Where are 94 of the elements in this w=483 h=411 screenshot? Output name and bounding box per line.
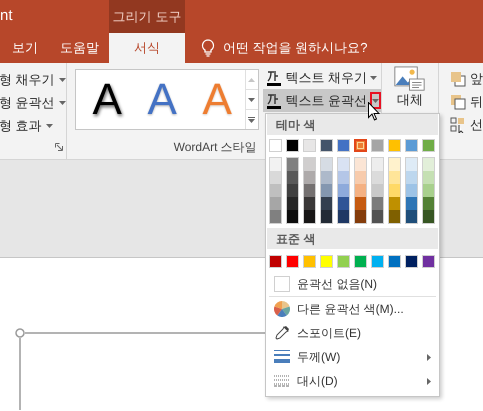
contextual-tab-label: 그리기 도구 (109, 0, 185, 33)
color-swatch[interactable] (372, 171, 383, 184)
color-swatch[interactable] (389, 171, 400, 184)
ribbon-command[interactable]: 텍스트 윤곽선 (262, 89, 381, 112)
color-swatch[interactable] (270, 171, 281, 184)
color-swatch[interactable] (372, 210, 383, 223)
text-color-icon (266, 70, 282, 86)
color-swatch[interactable] (287, 184, 298, 197)
menu-item[interactable]: 윤곽선 없음(N) (266, 272, 439, 296)
color-swatch[interactable] (406, 158, 417, 171)
color-swatch[interactable] (423, 210, 434, 223)
menu-item[interactable]: 대시(D) (266, 369, 439, 393)
color-swatch[interactable] (304, 171, 315, 184)
color-swatch[interactable] (355, 171, 366, 184)
ribbon-tab[interactable]: 서식 (109, 33, 185, 63)
text-color-icon (266, 92, 282, 108)
color-swatch[interactable] (423, 171, 434, 184)
color-swatch[interactable] (372, 197, 383, 210)
ribbon-command[interactable]: 형 윤곽선 (0, 91, 66, 114)
tell-me-field[interactable]: 어떤 작업을 원하시나요? (223, 38, 368, 58)
color-swatch[interactable] (321, 171, 332, 184)
color-swatch[interactable] (321, 210, 332, 223)
color-swatch[interactable] (270, 210, 281, 223)
color-swatch[interactable] (338, 171, 349, 184)
color-swatch[interactable] (355, 210, 366, 223)
dialog-launcher-icon[interactable] (55, 143, 63, 151)
color-wheel-icon (274, 301, 290, 317)
caret-icon (58, 78, 66, 82)
ribbon-command[interactable]: 앞 (450, 67, 483, 90)
color-swatch[interactable] (423, 197, 434, 210)
color-swatch[interactable] (338, 210, 349, 223)
menu-item[interactable]: 두께(W) (266, 345, 439, 369)
image-icon (394, 66, 426, 92)
caret-icon (46, 124, 53, 128)
color-swatch[interactable] (270, 184, 281, 197)
color-swatch[interactable] (355, 197, 366, 210)
color-swatch[interactable] (338, 197, 349, 210)
section-header: 표준 색 (267, 228, 438, 249)
color-swatch[interactable] (338, 184, 349, 197)
color-swatch[interactable] (389, 184, 400, 197)
color-swatch[interactable] (304, 210, 315, 223)
wordart-gallery[interactable]: A A A (74, 69, 259, 130)
color-swatch[interactable] (423, 184, 434, 197)
group-label: WordArt 스타일 (174, 140, 257, 154)
ribbon-command[interactable]: 형 채우기 (0, 68, 66, 91)
ribbon-tab[interactable]: 보기 (0, 33, 50, 63)
color-swatch[interactable] (321, 197, 332, 210)
layer-icon (450, 94, 466, 110)
ribbon-command[interactable]: 선 (450, 113, 483, 136)
color-swatch[interactable] (389, 210, 400, 223)
color-swatch[interactable] (423, 158, 434, 171)
ribbon-command[interactable]: 뒤 (450, 90, 483, 113)
command-label: 대체 (396, 93, 423, 107)
eyedropper-icon (274, 325, 290, 341)
menu-item[interactable]: 다른 윤곽선 색(M)... (266, 297, 439, 321)
color-swatch[interactable] (270, 158, 281, 171)
color-swatch[interactable] (372, 184, 383, 197)
connector-shape[interactable] (15, 328, 265, 410)
menu-item[interactable]: 스포이트(E) (266, 321, 439, 345)
section-header: 테마 색 (267, 114, 438, 135)
ribbon-command[interactable]: 형 효과 (0, 114, 66, 137)
color-swatch[interactable] (355, 158, 366, 171)
line-weight-icon (274, 350, 290, 364)
color-swatch[interactable] (355, 184, 366, 197)
selection-icon (450, 116, 466, 132)
color-swatch[interactable] (406, 210, 417, 223)
color-swatch[interactable] (270, 197, 281, 210)
color-swatch[interactable] (287, 158, 298, 171)
ribbon-tab[interactable]: 도움말 (50, 33, 109, 63)
caret-icon (58, 100, 66, 104)
color-swatch[interactable] (304, 158, 315, 171)
wordart-style-sample[interactable]: A (147, 78, 177, 122)
lightbulb-icon (201, 39, 215, 57)
color-swatch[interactable] (354, 139, 367, 152)
color-swatch[interactable] (406, 197, 417, 210)
dash-style-icon (274, 375, 290, 387)
color-swatch[interactable] (406, 171, 417, 184)
color-swatch[interactable] (304, 184, 315, 197)
color-swatch[interactable] (321, 158, 332, 171)
color-swatch[interactable] (338, 158, 349, 171)
color-swatch[interactable] (304, 197, 315, 210)
window-title: nt (0, 6, 14, 26)
color-swatch[interactable] (321, 184, 332, 197)
ribbon-command[interactable]: 텍스트 채우기 (262, 66, 381, 89)
color-swatch[interactable] (287, 210, 298, 223)
color-swatch[interactable] (287, 197, 298, 210)
color-swatch[interactable] (372, 158, 383, 171)
color-swatch[interactable] (287, 171, 298, 184)
layer-icon (450, 70, 466, 86)
wordart-style-sample[interactable]: A (92, 78, 122, 122)
color-swatch[interactable] (389, 158, 400, 171)
color-swatch[interactable] (389, 197, 400, 210)
color-swatch[interactable] (406, 184, 417, 197)
no-color-icon (274, 276, 290, 292)
